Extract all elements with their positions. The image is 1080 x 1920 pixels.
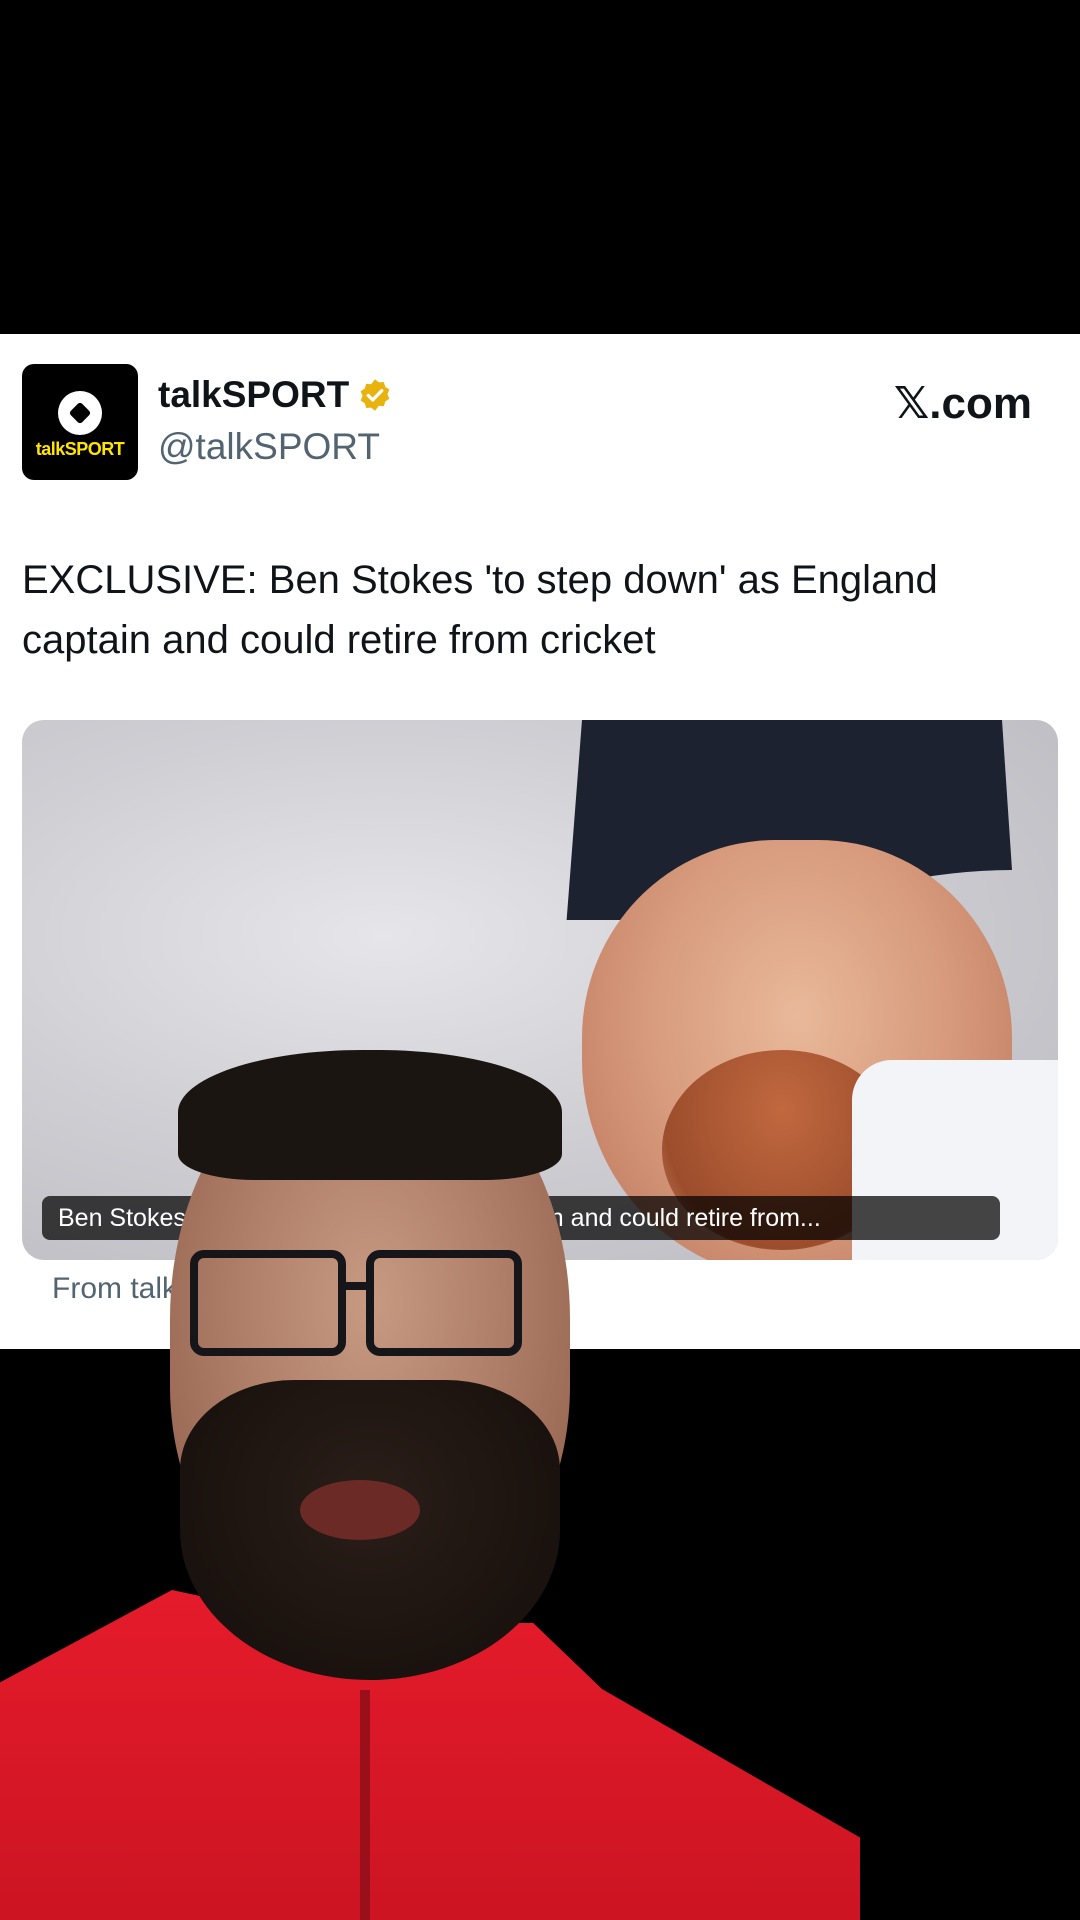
tweet-text: EXCLUSIVE: Ben Stokes 'to step down' as … [22,558,938,662]
presenter-overlay [0,1050,860,1920]
jacket-zip [360,1690,370,1920]
author-name-row: talkSPORT [158,374,393,416]
author-handle[interactable]: @talkSPORT [158,426,380,468]
presenter-mouth [300,1480,420,1540]
x-com-logo: 𝕏.com [893,379,1032,428]
presenter-hair [178,1050,562,1180]
glasses-right-lens [366,1250,522,1356]
glasses-bridge [346,1282,374,1290]
glasses-left-lens [190,1250,346,1356]
display-name[interactable]: talkSPORT [158,374,349,416]
avatar-brand-text: talkSPORT [35,438,125,459]
verified-badge-icon [360,379,390,411]
football-icon [58,390,102,435]
talksport-logo-icon[interactable]: talkSPORT [22,364,138,480]
